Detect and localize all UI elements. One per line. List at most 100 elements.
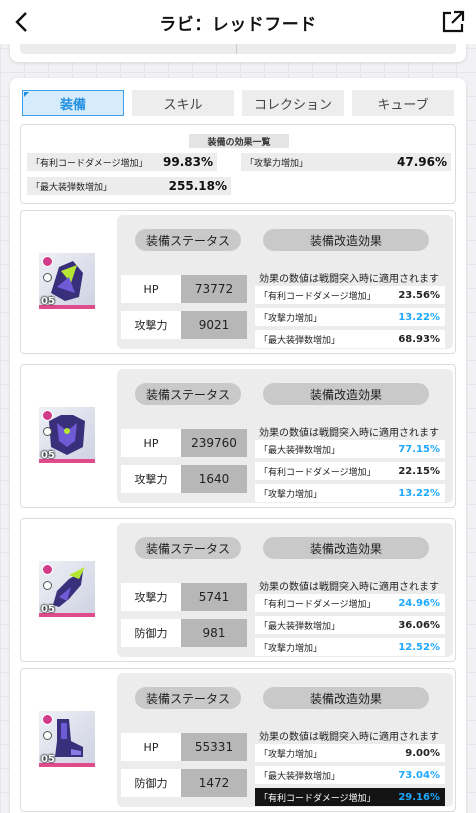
stat-value: 981 xyxy=(181,619,247,647)
effect-label: 「最大装弾数増加」 xyxy=(259,445,341,456)
status-header: 装備ステータス xyxy=(135,537,241,559)
equipment-slot-body[interactable]: 05 装備ステータス 装備改造効果 HP 239760 攻撃力 1640 効果の… xyxy=(20,364,456,508)
manufacturer-badge xyxy=(43,427,52,436)
effect-value: 29.16% xyxy=(398,791,440,803)
equipment-card: 装備 スキル コレクション キューブ 装備の効果一覧 「有利コードダメージ増加」… xyxy=(10,78,466,813)
manufacturer-badge xyxy=(43,273,52,282)
equipment-icon[interactable]: 05 xyxy=(39,253,95,309)
effect-row-selected: 「有利コードダメージ増加」 29.16% xyxy=(255,788,445,806)
status-header: 装備ステータス xyxy=(135,687,241,709)
effect-value: 77.15% xyxy=(398,443,440,455)
summary-item-value: 47.96% xyxy=(397,155,447,169)
summary-item: 「最大装弾数増加」 255.18% xyxy=(27,177,231,195)
summary-item-label: 「最大装弾数増加」 xyxy=(31,182,113,193)
effect-row: 「最大装弾数増加」 73.04% xyxy=(255,766,445,784)
external-link-icon xyxy=(442,10,465,33)
effect-value: 23.56% xyxy=(398,289,440,301)
summary-item-value: 255.18% xyxy=(168,179,227,193)
mod-effect-header: 装備改造効果 xyxy=(263,687,429,709)
equipment-slot-leg[interactable]: 05 装備ステータス 装備改造効果 HP 55331 防御力 1472 効果の数… xyxy=(20,668,456,812)
effect-row: 「攻撃力増加」 13.22% xyxy=(255,308,445,326)
effect-value: 22.15% xyxy=(398,465,440,477)
equipment-effects-summary: 装備の効果一覧 「有利コードダメージ増加」 99.83% 「攻撃力増加」 47.… xyxy=(20,124,456,204)
tab-skill[interactable]: スキル xyxy=(132,90,234,116)
stat-value: 1472 xyxy=(181,769,247,797)
effect-label: 「有利コードダメージ増加」 xyxy=(259,793,376,804)
chevron-left-icon xyxy=(15,12,27,32)
summary-item-label: 「有利コードダメージ増加」 xyxy=(31,158,148,169)
equipment-slot-arm[interactable]: 05 装備ステータス 装備改造効果 攻撃力 5741 防御力 981 効果の数値… xyxy=(20,518,456,662)
effect-row: 「最大装弾数増加」 68.93% xyxy=(255,330,445,348)
effect-label: 「有利コードダメージ増加」 xyxy=(259,291,376,302)
equipment-detail-panel: 装備ステータス 装備改造効果 HP 73772 攻撃力 9021 効果の数値は戦… xyxy=(117,215,453,349)
stat-value: 1640 xyxy=(181,465,247,493)
effect-row: 「有利コードダメージ増加」 23.56% xyxy=(255,286,445,304)
equipment-detail-panel: 装備ステータス 装備改造効果 HP 239760 攻撃力 1640 効果の数値は… xyxy=(117,369,453,503)
effect-row: 「攻撃力増加」 13.22% xyxy=(255,484,445,502)
tab-cube[interactable]: キューブ xyxy=(352,90,454,116)
equipment-level: 05 xyxy=(41,604,55,615)
stat-label: 攻撃力 xyxy=(121,311,181,339)
rarity-badge xyxy=(42,256,53,267)
stat-label: 防御力 xyxy=(121,769,181,797)
stat-label: 攻撃力 xyxy=(121,465,181,493)
rarity-badge xyxy=(42,714,53,725)
tab-collection[interactable]: コレクション xyxy=(242,90,344,116)
effect-row: 「有利コードダメージ増加」 24.96% xyxy=(255,594,445,612)
stat-label: 攻撃力 xyxy=(121,583,181,611)
effect-label: 「攻撃力増加」 xyxy=(259,489,323,500)
effect-label: 「有利コードダメージ増加」 xyxy=(259,467,376,478)
stat-label: 防御力 xyxy=(121,619,181,647)
stat-value: 5741 xyxy=(181,583,247,611)
summary-item: 「攻撃力増加」 47.96% xyxy=(241,153,451,171)
effect-value: 12.52% xyxy=(398,641,440,653)
stat-label: HP xyxy=(121,275,181,303)
effect-label: 「攻撃力増加」 xyxy=(259,643,323,654)
manufacturer-badge xyxy=(43,581,52,590)
equipment-detail-panel: 装備ステータス 装備改造効果 攻撃力 5741 防御力 981 効果の数値は戦闘… xyxy=(117,523,453,657)
equipment-level: 05 xyxy=(41,450,55,461)
summary-item-value: 99.83% xyxy=(163,155,213,169)
effect-label: 「有利コードダメージ増加」 xyxy=(259,599,376,610)
back-button[interactable] xyxy=(10,9,36,35)
summary-title: 装備の効果一覧 xyxy=(189,134,289,148)
effect-label: 「攻撃力増加」 xyxy=(259,749,323,760)
previous-section-row xyxy=(20,44,456,54)
effect-value: 24.96% xyxy=(398,597,440,609)
stat-label: HP xyxy=(121,429,181,457)
manufacturer-badge xyxy=(43,731,52,740)
equipment-icon[interactable]: 05 xyxy=(39,561,95,617)
summary-item-label: 「攻撃力増加」 xyxy=(245,158,309,169)
effect-row: 「攻撃力増加」 12.52% xyxy=(255,638,445,656)
effect-value: 73.04% xyxy=(398,769,440,781)
summary-item: 「有利コードダメージ増加」 99.83% xyxy=(27,153,217,171)
effect-row: 「有利コードダメージ増加」 22.15% xyxy=(255,462,445,480)
effect-note: 効果の数値は戦闘突入時に適用されます xyxy=(259,428,439,439)
effect-row: 「攻撃力増加」 9.00% xyxy=(255,744,445,762)
status-header: 装備ステータス xyxy=(135,229,241,251)
effect-label: 「攻撃力増加」 xyxy=(259,313,323,324)
effect-value: 9.00% xyxy=(405,747,440,759)
tab-equipment[interactable]: 装備 xyxy=(22,90,124,116)
equipment-level: 05 xyxy=(41,754,55,765)
equipment-detail-panel: 装備ステータス 装備改造効果 HP 55331 防御力 1472 効果の数値は戦… xyxy=(117,673,453,807)
stat-value: 239760 xyxy=(181,429,247,457)
equipment-level: 05 xyxy=(41,296,55,307)
stat-value: 73772 xyxy=(181,275,247,303)
effect-value: 68.93% xyxy=(398,333,440,345)
effect-value: 13.22% xyxy=(398,311,440,323)
effect-value: 36.06% xyxy=(398,619,440,631)
top-bar: ラビ：レッドフード xyxy=(0,0,476,44)
rarity-badge xyxy=(42,564,53,575)
status-header: 装備ステータス xyxy=(135,383,241,405)
equipment-icon[interactable]: 05 xyxy=(39,711,95,767)
effect-label: 「最大装弾数増加」 xyxy=(259,335,341,346)
open-external-button[interactable] xyxy=(440,9,466,35)
effect-note: 効果の数値は戦闘突入時に適用されます xyxy=(259,732,439,743)
rarity-badge xyxy=(42,410,53,421)
stat-label: HP xyxy=(121,733,181,761)
equipment-slot-head[interactable]: 05 装備ステータス 装備改造効果 HP 73772 攻撃力 9021 効果の数… xyxy=(20,210,456,354)
effect-row: 「最大装弾数増加」 77.15% xyxy=(255,440,445,458)
equipment-icon[interactable]: 05 xyxy=(39,407,95,463)
effect-label: 「最大装弾数増加」 xyxy=(259,621,341,632)
